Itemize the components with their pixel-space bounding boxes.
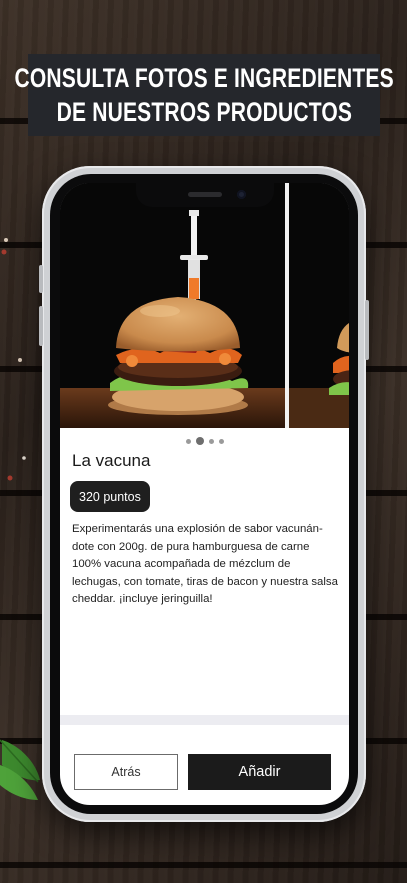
section-separator bbox=[60, 715, 349, 725]
pepper-flakes-decoration bbox=[1, 238, 26, 481]
back-button[interactable]: Atrás bbox=[74, 754, 178, 790]
app-screen: La vacuna 320 puntos Experimentarás una … bbox=[60, 183, 349, 805]
page-dot[interactable] bbox=[185, 438, 191, 444]
phone-notch bbox=[136, 183, 274, 207]
phone-side-button bbox=[365, 300, 369, 360]
phone-side-button bbox=[39, 306, 43, 346]
burger-photo bbox=[60, 183, 285, 428]
add-button[interactable]: Añadir bbox=[188, 754, 331, 790]
banner-line-2: DE NUESTROS PRODUCTOS bbox=[56, 97, 352, 127]
carousel-page-indicator[interactable] bbox=[60, 435, 349, 447]
banner-line-1: CONSULTA FOTOS E INGREDIENTES bbox=[14, 63, 394, 93]
burger-photo-preview bbox=[289, 183, 349, 428]
product-image-carousel[interactable] bbox=[60, 183, 349, 428]
speaker-grille bbox=[188, 192, 222, 197]
product-title: La vacuna bbox=[72, 451, 151, 470]
page-dot[interactable] bbox=[218, 438, 224, 444]
front-camera-icon bbox=[237, 190, 246, 199]
page-dot-active[interactable] bbox=[195, 437, 204, 445]
product-description: Experimentarás una explosión de sabor va… bbox=[72, 523, 338, 605]
phone-side-button bbox=[39, 265, 43, 293]
page-dot[interactable] bbox=[208, 438, 214, 444]
points-badge: 320 puntos bbox=[70, 481, 150, 512]
promo-banner: CONSULTA FOTOS E INGREDIENTES DE NUESTRO… bbox=[14, 54, 394, 136]
